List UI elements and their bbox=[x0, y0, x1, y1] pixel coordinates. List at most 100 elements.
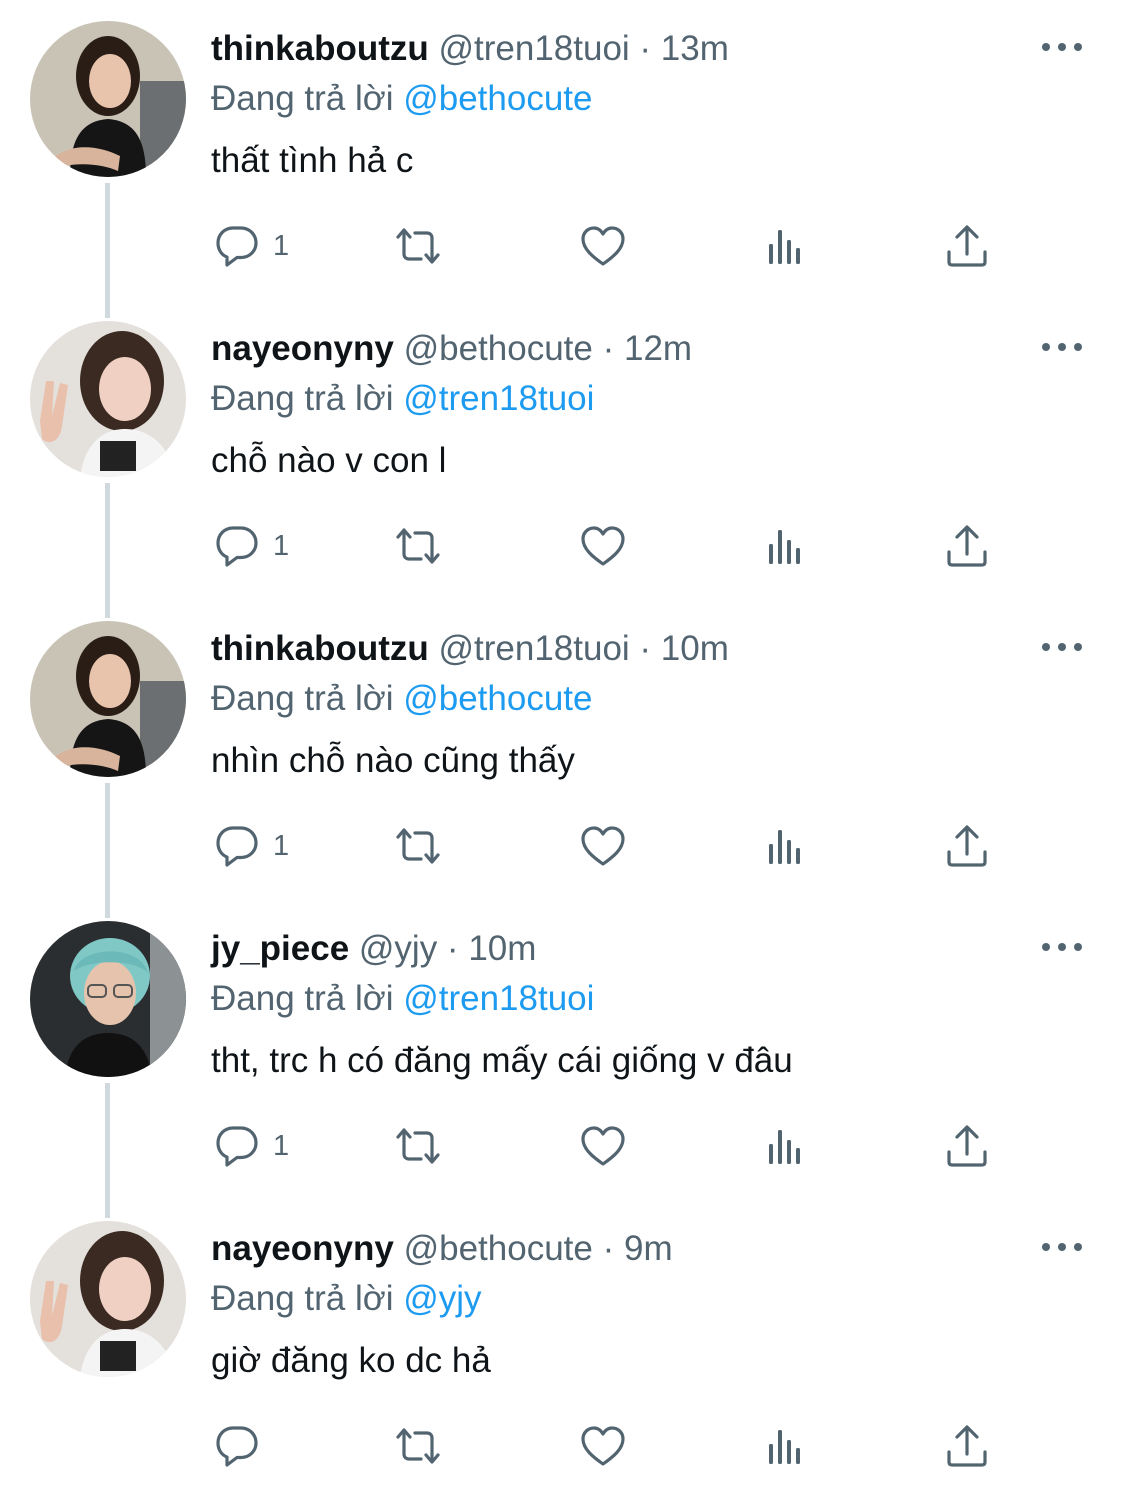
handle[interactable]: @bethocute bbox=[404, 329, 593, 368]
display-name[interactable]: thinkaboutzu bbox=[211, 629, 429, 668]
more-options-icon[interactable] bbox=[1040, 934, 1084, 960]
heart-icon bbox=[581, 226, 625, 266]
avatar[interactable] bbox=[30, 621, 186, 777]
tweet-header: nayeonyny @bethocute · 12m bbox=[211, 326, 692, 372]
share-button[interactable] bbox=[943, 1098, 991, 1194]
tweet[interactable]: jy_piece @yjy · 10m Đang trả lời @tren18… bbox=[0, 900, 1124, 1200]
separator: · bbox=[592, 329, 624, 368]
avatar[interactable] bbox=[30, 21, 186, 177]
reply-button[interactable]: 1 bbox=[213, 198, 289, 294]
timestamp[interactable]: 12m bbox=[624, 329, 692, 368]
handle[interactable]: @tren18tuoi bbox=[438, 29, 629, 68]
share-button[interactable] bbox=[943, 798, 991, 894]
timestamp[interactable]: 13m bbox=[661, 29, 729, 68]
tweet-text: chỗ nào v con l bbox=[211, 441, 447, 480]
reply-label: Đang trả lời bbox=[211, 679, 404, 718]
like-button[interactable] bbox=[579, 198, 627, 294]
views-button[interactable] bbox=[762, 798, 810, 894]
reply-count: 1 bbox=[273, 530, 290, 562]
display-name[interactable]: nayeonyny bbox=[211, 329, 394, 368]
display-name[interactable]: nayeonyny bbox=[211, 1229, 394, 1268]
retweet-button[interactable] bbox=[394, 1398, 442, 1494]
bar-chart-icon bbox=[769, 530, 800, 564]
tweet-header: thinkaboutzu @tren18tuoi · 10m bbox=[211, 626, 729, 672]
tweet[interactable]: thinkaboutzu @tren18tuoi · 13m Đang trả … bbox=[0, 0, 1124, 300]
reply-label: Đang trả lời bbox=[211, 979, 404, 1018]
views-button[interactable] bbox=[762, 1398, 810, 1494]
tweet-text: giờ đăng ko dc hả bbox=[211, 1341, 491, 1380]
handle[interactable]: @tren18tuoi bbox=[438, 629, 629, 668]
reply-label: Đang trả lời bbox=[211, 379, 404, 418]
reply-icon bbox=[216, 1426, 258, 1467]
reply-label: Đang trả lời bbox=[211, 1279, 404, 1318]
share-button[interactable] bbox=[943, 198, 991, 294]
reply-mention-link[interactable]: @tren18tuoi bbox=[403, 379, 594, 418]
heart-icon bbox=[581, 1126, 625, 1166]
display-name[interactable]: jy_piece bbox=[211, 929, 349, 968]
like-button[interactable] bbox=[579, 1398, 627, 1494]
tweet[interactable]: nayeonyny @bethocute · 9m Đang trả lời @… bbox=[0, 1200, 1124, 1500]
timestamp[interactable]: 10m bbox=[468, 929, 536, 968]
share-button[interactable] bbox=[943, 1398, 991, 1494]
separator: · bbox=[592, 1229, 624, 1268]
tweet[interactable]: nayeonyny @bethocute · 12m Đang trả lời … bbox=[0, 300, 1124, 600]
avatar[interactable] bbox=[30, 1221, 186, 1377]
handle[interactable]: @yjy bbox=[359, 929, 437, 968]
retweet-button[interactable] bbox=[394, 1098, 442, 1194]
more-options-icon[interactable] bbox=[1040, 1234, 1084, 1260]
reply-button[interactable]: 1 bbox=[213, 498, 289, 594]
reply-mention-link[interactable]: @yjy bbox=[403, 1279, 481, 1318]
replying-to: Đang trả lời @bethocute bbox=[211, 676, 592, 722]
avatar[interactable] bbox=[30, 921, 186, 1077]
bar-chart-icon bbox=[769, 1430, 800, 1464]
reply-mention-link[interactable]: @tren18tuoi bbox=[403, 979, 594, 1018]
reply-count: 1 bbox=[273, 1130, 290, 1162]
tweet-header: nayeonyny @bethocute · 9m bbox=[211, 1226, 673, 1272]
heart-icon bbox=[581, 526, 625, 566]
retweet-icon bbox=[396, 228, 440, 264]
more-options-icon[interactable] bbox=[1040, 334, 1084, 360]
reply-mention-link[interactable]: @bethocute bbox=[403, 79, 592, 118]
reply-mention-link[interactable]: @bethocute bbox=[403, 679, 592, 718]
reply-button[interactable]: 1 bbox=[213, 798, 289, 894]
views-button[interactable] bbox=[762, 198, 810, 294]
tweet[interactable]: thinkaboutzu @tren18tuoi · 10m Đang trả … bbox=[0, 600, 1124, 900]
like-button[interactable] bbox=[579, 798, 627, 894]
replying-to: Đang trả lời @yjy bbox=[211, 1276, 482, 1322]
share-icon bbox=[947, 225, 987, 267]
tweet-header: thinkaboutzu @tren18tuoi · 13m bbox=[211, 26, 729, 72]
views-button[interactable] bbox=[762, 1098, 810, 1194]
bar-chart-icon bbox=[769, 1130, 800, 1164]
timestamp[interactable]: 10m bbox=[661, 629, 729, 668]
separator: · bbox=[437, 929, 469, 968]
reply-button[interactable]: 1 bbox=[213, 1098, 289, 1194]
retweet-button[interactable] bbox=[394, 798, 442, 894]
share-icon bbox=[947, 825, 987, 867]
reply-button[interactable] bbox=[213, 1398, 273, 1494]
tweet-actions bbox=[0, 1398, 1124, 1494]
reply-icon bbox=[216, 1126, 258, 1167]
display-name[interactable]: thinkaboutzu bbox=[211, 29, 429, 68]
reply-icon bbox=[216, 826, 258, 867]
handle[interactable]: @bethocute bbox=[404, 1229, 593, 1268]
share-button[interactable] bbox=[943, 498, 991, 594]
retweet-button[interactable] bbox=[394, 198, 442, 294]
heart-icon bbox=[581, 1426, 625, 1466]
share-icon bbox=[947, 525, 987, 567]
share-icon bbox=[947, 1125, 987, 1167]
reply-label: Đang trả lời bbox=[211, 79, 404, 118]
more-options-icon[interactable] bbox=[1040, 34, 1084, 60]
reply-icon bbox=[216, 526, 258, 567]
tweet-actions: 1 bbox=[0, 1098, 1124, 1194]
tweet-text: nhìn chỗ nào cũng thấy bbox=[211, 741, 575, 780]
tweet-actions: 1 bbox=[0, 498, 1124, 594]
tweet-actions: 1 bbox=[0, 198, 1124, 294]
like-button[interactable] bbox=[579, 498, 627, 594]
retweet-button[interactable] bbox=[394, 498, 442, 594]
tweet-header: jy_piece @yjy · 10m bbox=[211, 926, 536, 972]
timestamp[interactable]: 9m bbox=[624, 1229, 673, 1268]
more-options-icon[interactable] bbox=[1040, 634, 1084, 660]
like-button[interactable] bbox=[579, 1098, 627, 1194]
views-button[interactable] bbox=[762, 498, 810, 594]
avatar[interactable] bbox=[30, 321, 186, 477]
